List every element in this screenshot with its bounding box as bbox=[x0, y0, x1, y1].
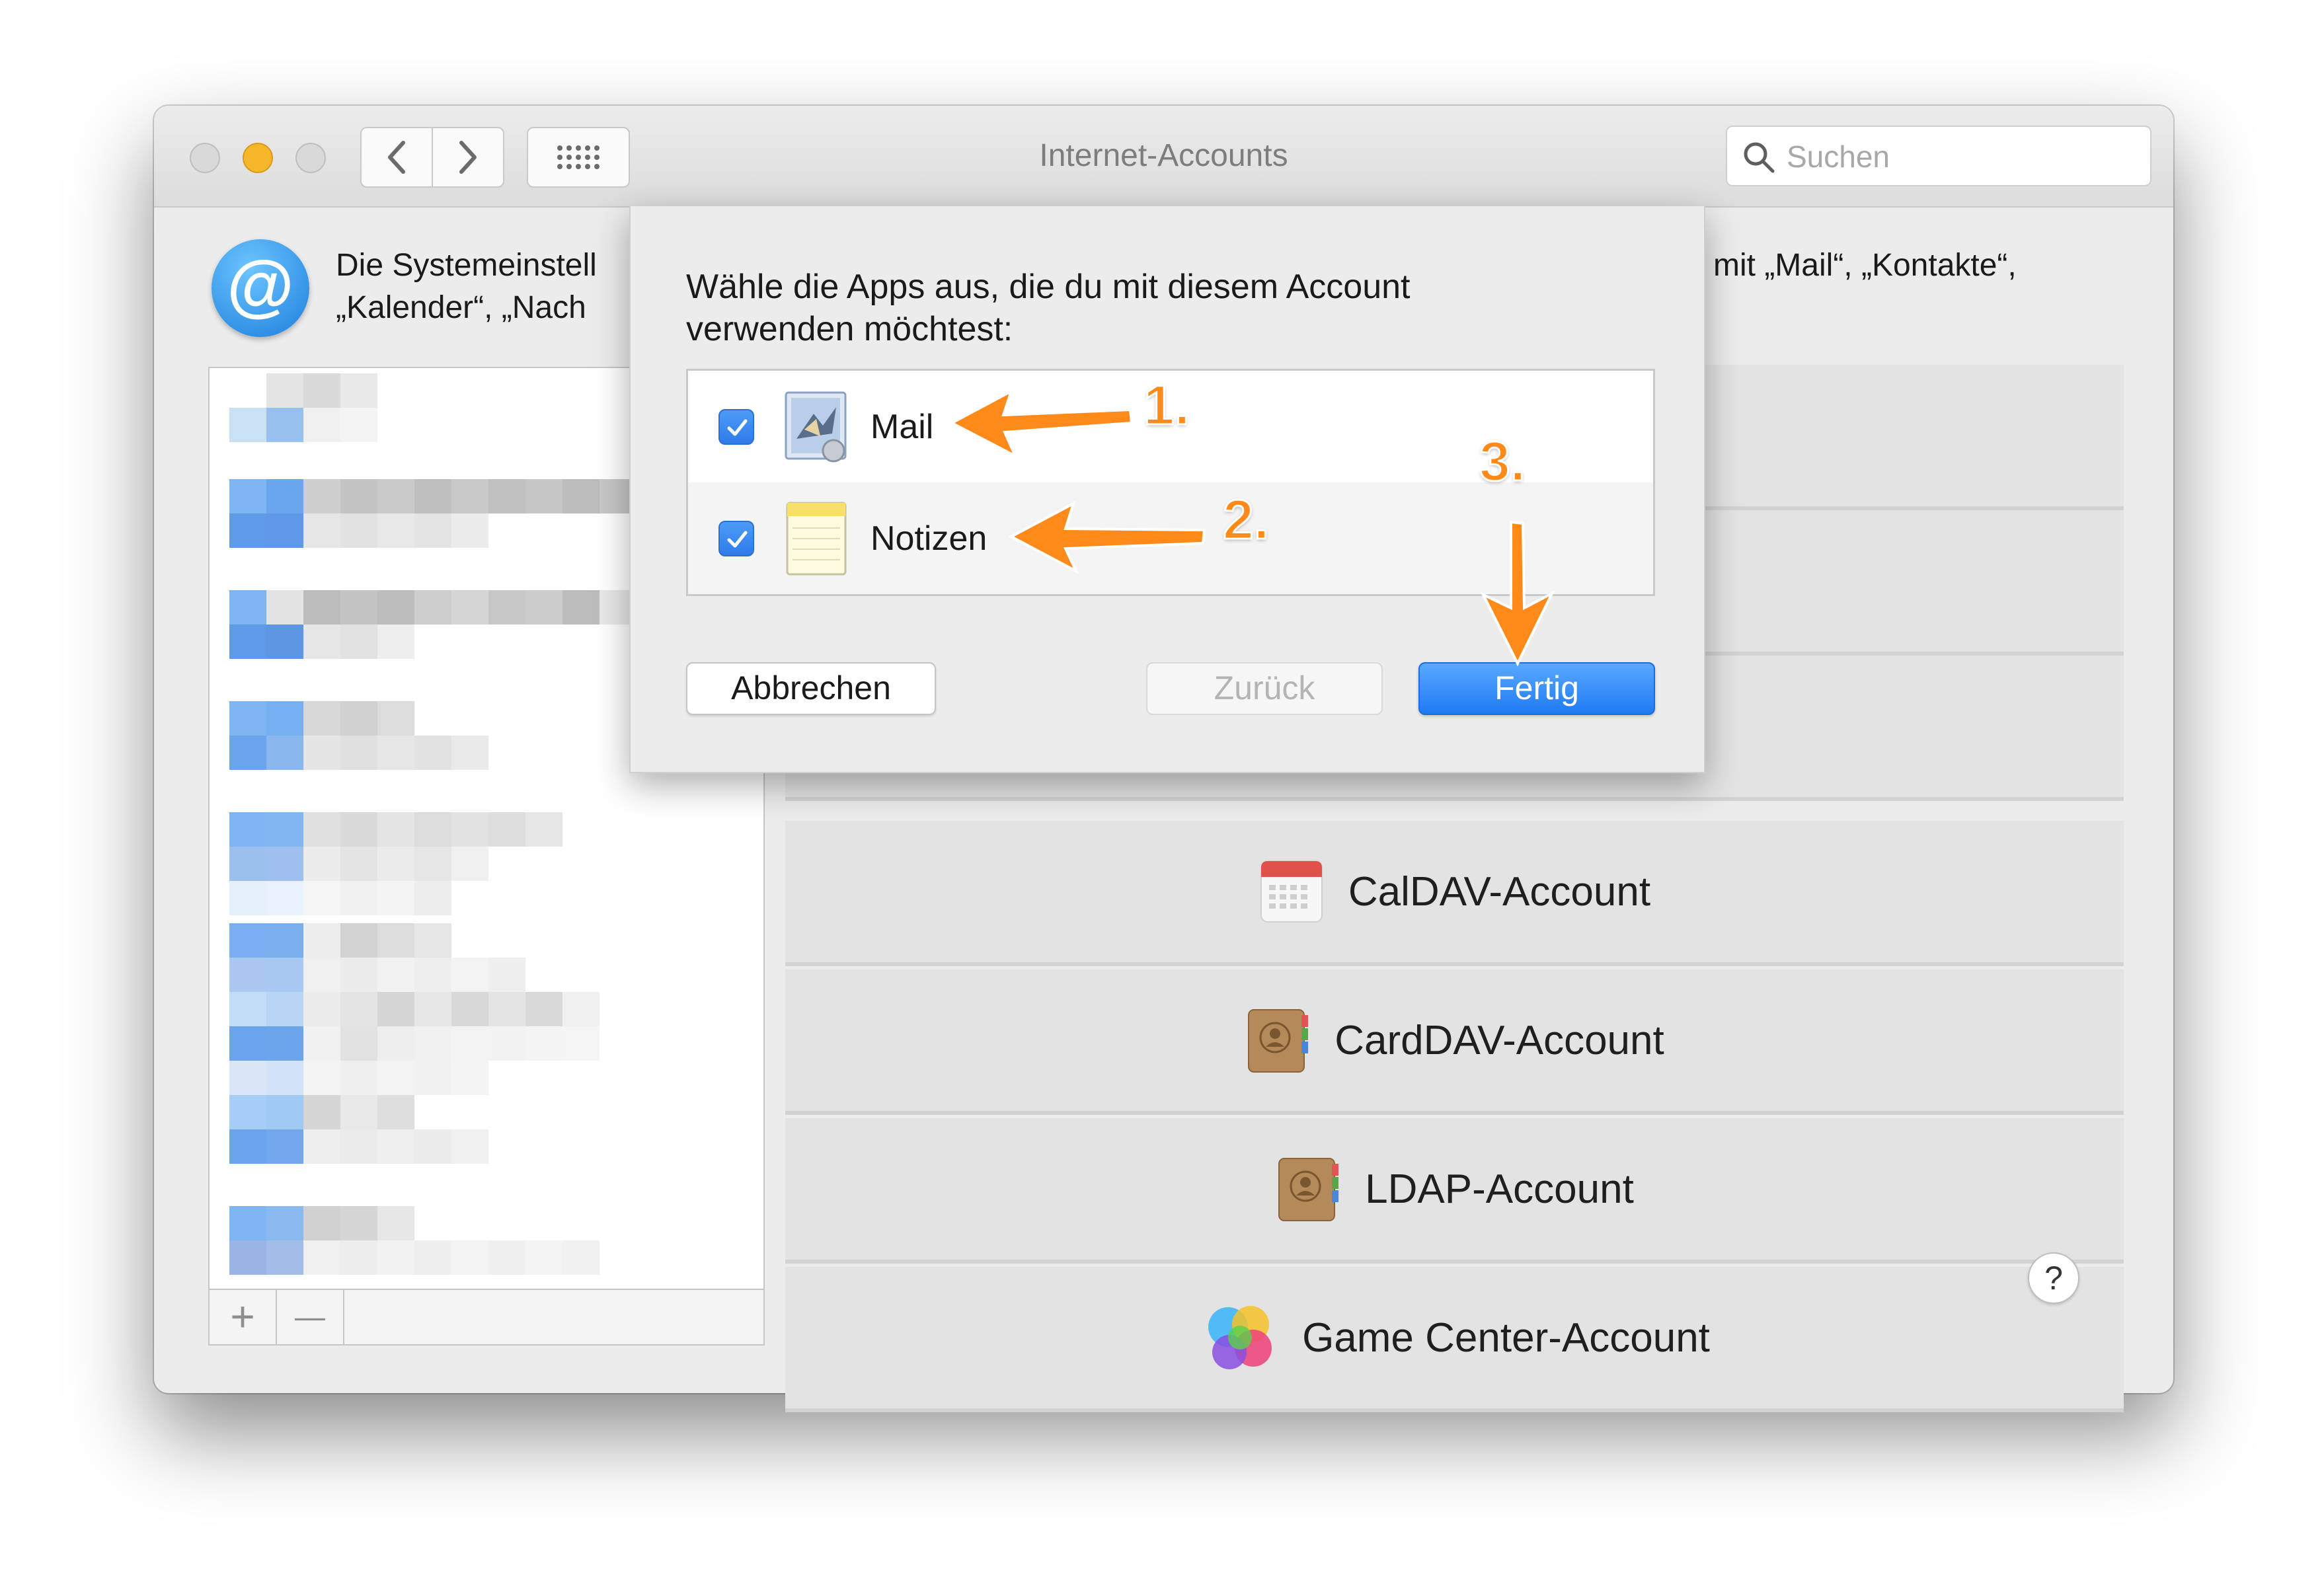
mail-checkbox[interactable] bbox=[718, 408, 754, 445]
blurred-account-row[interactable] bbox=[229, 701, 414, 736]
provider-game-center-account[interactable]: Game Center-Account bbox=[785, 1267, 2124, 1412]
blurred-account-row[interactable] bbox=[229, 513, 488, 548]
description-line1-right: mit „Mail“, „Kontakte“, bbox=[1713, 248, 2017, 283]
checkmark-icon bbox=[727, 531, 748, 547]
search-input[interactable] bbox=[1785, 133, 2132, 180]
annotation-arrow-3 bbox=[1480, 520, 1555, 667]
calendar-icon bbox=[1260, 860, 1323, 923]
blurred-account-row[interactable] bbox=[229, 1206, 414, 1240]
help-button[interactable]: ? bbox=[2028, 1252, 2079, 1304]
blurred-account-row[interactable] bbox=[229, 373, 377, 408]
search-field[interactable] bbox=[1726, 126, 2151, 186]
annotation-step3: 3. bbox=[1478, 430, 1526, 494]
contacts-book-icon bbox=[1248, 1009, 1309, 1073]
blurred-account-row[interactable] bbox=[229, 590, 637, 625]
description-line1-left: Die Systemeinstell bbox=[336, 248, 597, 283]
search-icon bbox=[1744, 142, 1775, 173]
blurred-account-row[interactable] bbox=[229, 1129, 488, 1164]
provider-label: CalDAV-Account bbox=[1348, 868, 1651, 915]
notes-checkbox[interactable] bbox=[718, 520, 754, 556]
blurred-account-row[interactable] bbox=[229, 736, 488, 770]
blurred-account-row[interactable] bbox=[229, 958, 525, 992]
description-line2-left: „Kalender“, „Nach bbox=[336, 290, 586, 325]
blurred-account-row[interactable] bbox=[229, 992, 600, 1026]
title-bar: Internet-Accounts bbox=[154, 106, 2173, 208]
checkmark-icon bbox=[727, 419, 748, 436]
annotation-step1: 1. bbox=[1142, 373, 1190, 437]
sheet-prompt-line2: verwenden möchtest: bbox=[686, 310, 1013, 348]
blurred-account-row[interactable] bbox=[229, 625, 414, 659]
done-button[interactable]: Fertig bbox=[1418, 662, 1655, 715]
add-account-button[interactable]: + bbox=[210, 1290, 277, 1344]
provider-label: LDAP-Account bbox=[1365, 1166, 1634, 1212]
remove-account-button[interactable]: — bbox=[277, 1290, 344, 1344]
blurred-account-row[interactable] bbox=[229, 479, 637, 513]
blurred-account-row[interactable] bbox=[229, 847, 488, 881]
provider-caldav-account[interactable]: CalDAV-Account bbox=[785, 821, 2124, 966]
sheet-prompt: Wähle die Apps aus, die du mit diesem Ac… bbox=[686, 266, 1411, 350]
internet-accounts-at-icon: @ bbox=[212, 239, 309, 337]
blurred-account-row[interactable] bbox=[229, 812, 562, 847]
game-center-icon bbox=[1208, 1306, 1272, 1369]
blurred-account-row[interactable] bbox=[229, 408, 377, 442]
app-label: Mail bbox=[871, 407, 934, 446]
sheet-prompt-line1: Wähle die Apps aus, die du mit diesem Ac… bbox=[686, 268, 1411, 306]
provider-label: CardDAV-Account bbox=[1335, 1017, 1664, 1063]
provider-label: Game Center-Account bbox=[1302, 1314, 1710, 1361]
app-label: Notizen bbox=[871, 519, 988, 558]
annotation-arrow-1 bbox=[949, 388, 1134, 459]
provider-carddav-account[interactable]: CardDAV-Account bbox=[785, 969, 2124, 1115]
blurred-account-row[interactable] bbox=[229, 1026, 600, 1061]
provider-ldap-account[interactable]: LDAP-Account bbox=[785, 1118, 2124, 1264]
blurred-account-row[interactable] bbox=[229, 1095, 414, 1129]
cancel-button[interactable]: Abbrechen bbox=[686, 662, 936, 715]
annotation-arrow-2 bbox=[1008, 500, 1206, 574]
contacts-book-icon bbox=[1278, 1158, 1339, 1221]
blurred-account-row[interactable] bbox=[229, 1061, 488, 1095]
mail-app-icon bbox=[785, 391, 847, 462]
app-selection-sheet: Wähle die Apps aus, die du mit diesem Ac… bbox=[629, 206, 1705, 773]
back-sheet-button[interactable]: Zurück bbox=[1146, 662, 1383, 715]
blurred-account-row[interactable] bbox=[229, 1240, 600, 1275]
notes-app-icon bbox=[786, 502, 847, 575]
sidebar-footer: + — bbox=[208, 1289, 765, 1346]
annotation-step2: 2. bbox=[1221, 488, 1270, 552]
blurred-account-row[interactable] bbox=[229, 923, 451, 958]
blurred-account-row[interactable] bbox=[229, 881, 451, 915]
